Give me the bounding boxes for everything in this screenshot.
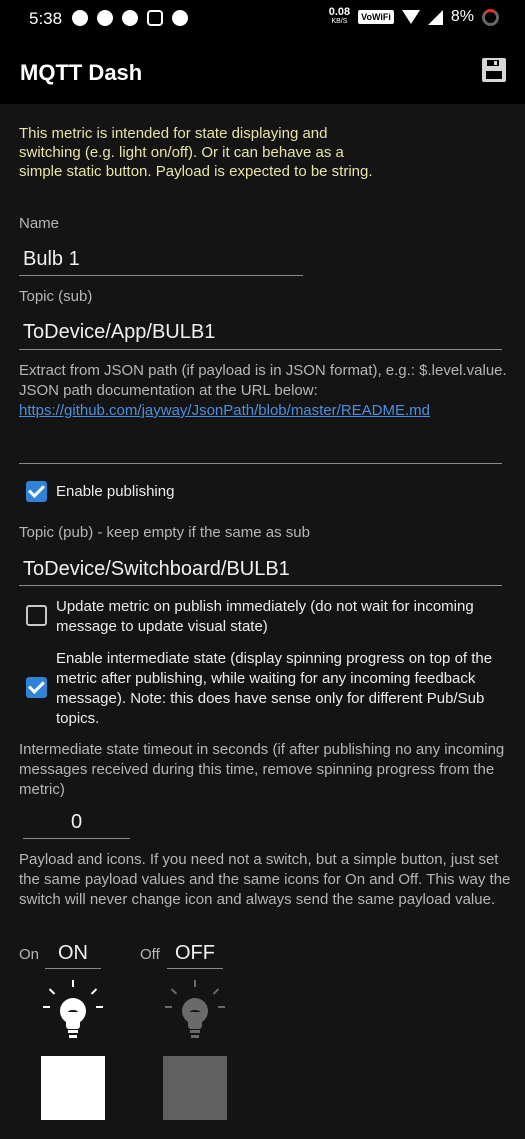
notification-app-icon	[172, 10, 188, 26]
topic-pub-label: Topic (pub) - keep empty if the same as …	[19, 524, 310, 541]
topic-sub-underline	[19, 349, 502, 350]
enable-publishing-checkbox[interactable]	[26, 481, 47, 502]
name-underline	[19, 275, 303, 276]
json-path-help: Extract from JSON path (if payload is in…	[19, 362, 507, 399]
off-payload-underline	[167, 968, 223, 969]
messenger-icon	[97, 10, 113, 26]
on-color-swatch[interactable]	[41, 1056, 105, 1120]
intermediate-state-label: Enable intermediate state (display spinn…	[56, 650, 493, 727]
off-payload-input[interactable]: OFF	[167, 942, 223, 965]
intermediate-state-checkbox[interactable]	[26, 677, 47, 698]
timeout-help: Intermediate state timeout in seconds (i…	[19, 741, 505, 798]
signal-icon	[427, 9, 443, 25]
enable-publishing-label: Enable publishing	[56, 483, 175, 500]
topic-pub-underline	[19, 585, 502, 586]
timeout-input[interactable]: 0	[23, 811, 130, 834]
save-icon[interactable]	[482, 58, 506, 82]
json-path-doc-link[interactable]: https://github.com/jayway/JsonPath/blob/…	[19, 402, 430, 419]
update-immediately-checkbox[interactable]	[26, 605, 47, 626]
topic-pub-input[interactable]: ToDevice/Switchboard/BULB1	[23, 558, 290, 581]
json-path-input[interactable]	[23, 435, 503, 461]
app-bar: MQTT Dash	[0, 40, 525, 104]
status-bar: 5:38 0.08 KB/S VoWiFi 8%	[0, 0, 525, 40]
net-speed: 0.08 KB/S	[328, 6, 351, 26]
lightbulb-on-icon[interactable]	[43, 980, 103, 1046]
notification-app-icon	[72, 10, 88, 26]
name-label: Name	[19, 215, 60, 232]
instagram-icon	[147, 10, 163, 26]
vowifi-badge: VoWiFi	[358, 10, 394, 24]
battery-icon	[482, 8, 499, 26]
payload-help: Payload and icons. If you need not a swi…	[19, 851, 511, 908]
timeout-underline	[23, 838, 130, 839]
lightbulb-off-icon[interactable]	[165, 980, 225, 1046]
notification-app-icon	[122, 10, 138, 26]
name-input[interactable]: Bulb 1	[23, 248, 80, 271]
notification-icons	[72, 10, 188, 26]
wifi-icon	[401, 10, 420, 24]
info-text: This metric is intended for state displa…	[19, 125, 373, 180]
topic-sub-label: Topic (sub)	[19, 288, 93, 305]
status-time: 5:38	[29, 9, 63, 28]
off-label: Off	[140, 946, 160, 963]
on-payload-input[interactable]: ON	[45, 942, 101, 965]
on-payload-underline	[45, 968, 101, 969]
battery-percent: 8%	[450, 8, 474, 25]
off-color-swatch[interactable]	[163, 1056, 227, 1120]
app-title: MQTT Dash	[20, 60, 143, 85]
status-right: 0.08 KB/S VoWiFi 8%	[328, 6, 499, 26]
on-label: On	[19, 946, 40, 963]
update-immediately-label: Update metric on publish immediately (do…	[56, 598, 474, 635]
json-path-underline	[19, 463, 502, 464]
topic-sub-input[interactable]: ToDevice/App/BULB1	[23, 321, 215, 344]
